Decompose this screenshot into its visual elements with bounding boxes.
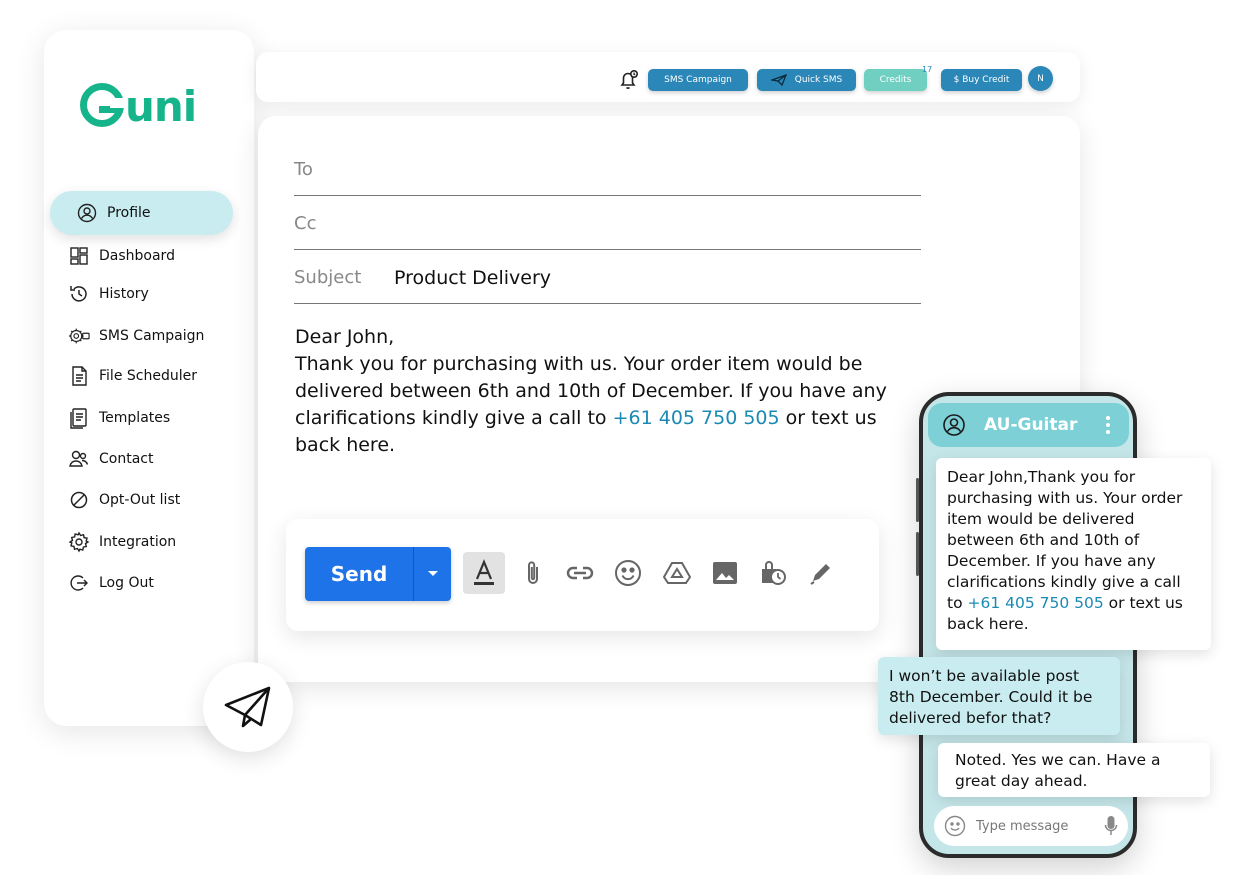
settings-icon xyxy=(68,531,90,553)
gear-icon xyxy=(68,325,90,347)
sidebar-item-label: Integration xyxy=(99,534,177,550)
emoji-icon[interactable] xyxy=(607,552,649,594)
paper-plane-button[interactable] xyxy=(203,662,293,752)
sidebar-item-label: History xyxy=(99,286,149,302)
message-input[interactable]: Type message xyxy=(934,806,1128,846)
dashboard-icon xyxy=(68,245,90,267)
send-button-group[interactable]: Send xyxy=(305,547,451,601)
image-icon[interactable] xyxy=(704,552,746,594)
schedule-icon[interactable] xyxy=(752,552,794,594)
sms-campaign-button[interactable]: SMS Campaign xyxy=(648,69,748,91)
to-field[interactable]: To xyxy=(294,144,921,196)
sidebar-item-contact[interactable]: Contact xyxy=(68,444,153,474)
cc-field[interactable]: Cc xyxy=(294,198,921,250)
contact-avatar-icon xyxy=(942,413,966,437)
phone-link[interactable]: +61 405 750 505 xyxy=(968,594,1104,612)
message-bubble-outgoing: Dear John,Thank you for purchasing with … xyxy=(936,458,1211,650)
signature-icon[interactable] xyxy=(800,552,842,594)
block-icon xyxy=(68,489,90,511)
contact-icon xyxy=(68,448,90,470)
buy-credit-button[interactable]: $ Buy Credit xyxy=(941,69,1022,91)
file-icon xyxy=(68,365,90,387)
email-body[interactable]: Dear John, Thank you for purchasing with… xyxy=(295,324,895,459)
drive-icon[interactable] xyxy=(656,552,698,594)
microphone-icon[interactable] xyxy=(1104,815,1118,837)
sidebar-item-label: File Scheduler xyxy=(99,368,197,384)
subject-label: Subject xyxy=(294,267,362,288)
sidebar-item-label: Contact xyxy=(99,451,154,467)
subject-field[interactable]: Subject Product Delivery xyxy=(294,252,921,304)
attach-icon[interactable] xyxy=(512,552,554,594)
chat-contact-name: AU-Guitar xyxy=(984,415,1078,435)
send-button[interactable]: Send xyxy=(305,562,413,586)
phone-link[interactable]: +61 405 750 505 xyxy=(613,407,780,429)
subject-value: Product Delivery xyxy=(394,266,552,289)
phone-side-button xyxy=(916,532,919,576)
email-greeting: Dear John, xyxy=(295,326,395,348)
sidebar-item-label: Dashboard xyxy=(99,248,175,264)
user-circle-icon xyxy=(76,202,98,224)
quick-sms-button[interactable]: Quick SMS xyxy=(757,69,856,91)
send-icon xyxy=(770,74,787,86)
notification-bell-icon[interactable] xyxy=(617,68,641,92)
sidebar-item-log-out[interactable]: Log Out xyxy=(68,568,154,598)
sidebar-item-opt-out-list[interactable]: Opt-Out list xyxy=(68,485,180,515)
email-body-text: Thank you for purchasing with us. Your o… xyxy=(295,353,887,456)
sidebar-item-label: Profile xyxy=(107,205,151,221)
emoji-icon[interactable] xyxy=(944,815,966,837)
sidebar-item-templates[interactable]: Templates xyxy=(68,403,170,433)
templates-icon xyxy=(68,407,90,429)
phone-side-button xyxy=(916,478,919,522)
more-vertical-icon[interactable] xyxy=(1105,415,1111,435)
sidebar-item-dashboard[interactable]: Dashboard xyxy=(68,241,175,271)
sidebar-item-label: Opt-Out list xyxy=(99,492,181,508)
logo-g-mark xyxy=(80,83,124,127)
avatar[interactable]: N xyxy=(1028,66,1053,91)
sidebar-item-label: Log Out xyxy=(99,575,154,591)
message-input-placeholder: Type message xyxy=(976,818,1069,834)
history-icon xyxy=(68,283,90,305)
credits-count-badge: 17 xyxy=(922,65,933,74)
text-format-icon[interactable] xyxy=(463,552,505,594)
sidebar-item-sms-campaign[interactable]: SMS Campaign xyxy=(68,321,204,351)
sidebar-item-history[interactable]: History xyxy=(68,279,149,309)
logout-icon xyxy=(68,572,90,594)
paper-plane-icon xyxy=(223,685,273,729)
message-bubble-outgoing: Noted. Yes we can. Have a great day ahea… xyxy=(938,743,1210,797)
sidebar-item-label: Templates xyxy=(99,410,171,426)
chat-header: AU-Guitar xyxy=(928,403,1129,447)
guni-logo[interactable]: uni xyxy=(80,82,197,131)
sidebar-item-file-scheduler[interactable]: File Scheduler xyxy=(68,361,197,391)
sidebar-item-profile[interactable]: Profile xyxy=(50,191,233,235)
sidebar-item-label: SMS Campaign xyxy=(99,328,205,344)
chevron-down-icon[interactable] xyxy=(414,570,451,578)
message-bubble-incoming: I won’t be available post 8th December. … xyxy=(878,657,1120,735)
link-icon[interactable] xyxy=(559,552,601,594)
sidebar-item-integration[interactable]: Integration xyxy=(68,527,176,557)
credits-button[interactable]: Credits xyxy=(864,69,927,91)
